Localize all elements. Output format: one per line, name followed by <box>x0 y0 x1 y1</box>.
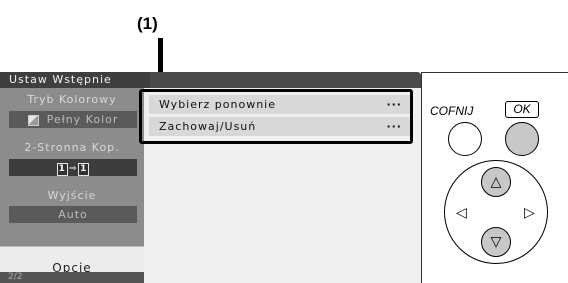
panel-divider-top <box>421 72 568 73</box>
down-arrow-key[interactable]: ▽ <box>481 227 511 257</box>
right-arrow-key[interactable]: ▷ <box>524 205 535 221</box>
screen-title: Ustaw Wstępnie <box>0 72 150 88</box>
duplex-icon-left: 1 <box>56 163 68 176</box>
duplex-value: 1 ⇒ 1 <box>9 159 137 176</box>
panel-divider-left <box>421 72 422 283</box>
page-indicator: 2/2 <box>0 272 144 283</box>
duplex-icon-right: 1 <box>78 163 90 176</box>
back-key-label: COFNIJ <box>430 104 474 118</box>
color-mode-value: Pełny Kolor <box>9 111 137 128</box>
duplex-label: 2-Stronna Kop. <box>24 141 120 154</box>
direction-pad: △ ▽ ◁ ▷ <box>444 160 548 264</box>
output-label: Wyjście <box>47 189 97 202</box>
duplex-1-to-1-icon: 1 ⇒ 1 <box>56 163 90 176</box>
ok-key[interactable] <box>505 122 539 156</box>
up-arrow-key[interactable]: △ <box>481 167 511 197</box>
color-mode-label: Tryb Kolorowy <box>27 93 117 106</box>
color-mode-value-text: Pełny Kolor <box>46 113 119 126</box>
full-color-icon <box>27 114 39 126</box>
output-value: Auto <box>9 206 137 223</box>
screen-title-bar <box>150 72 421 88</box>
callout-highlight-box <box>139 89 413 144</box>
left-arrow-key[interactable]: ◁ <box>456 205 467 221</box>
back-key[interactable] <box>448 122 482 156</box>
settings-panel: Tryb Kolorowy Pełny Kolor 2-Stronna Kop.… <box>0 88 144 283</box>
ok-key-label: OK <box>505 101 539 118</box>
callout-label: (1) <box>137 14 158 33</box>
